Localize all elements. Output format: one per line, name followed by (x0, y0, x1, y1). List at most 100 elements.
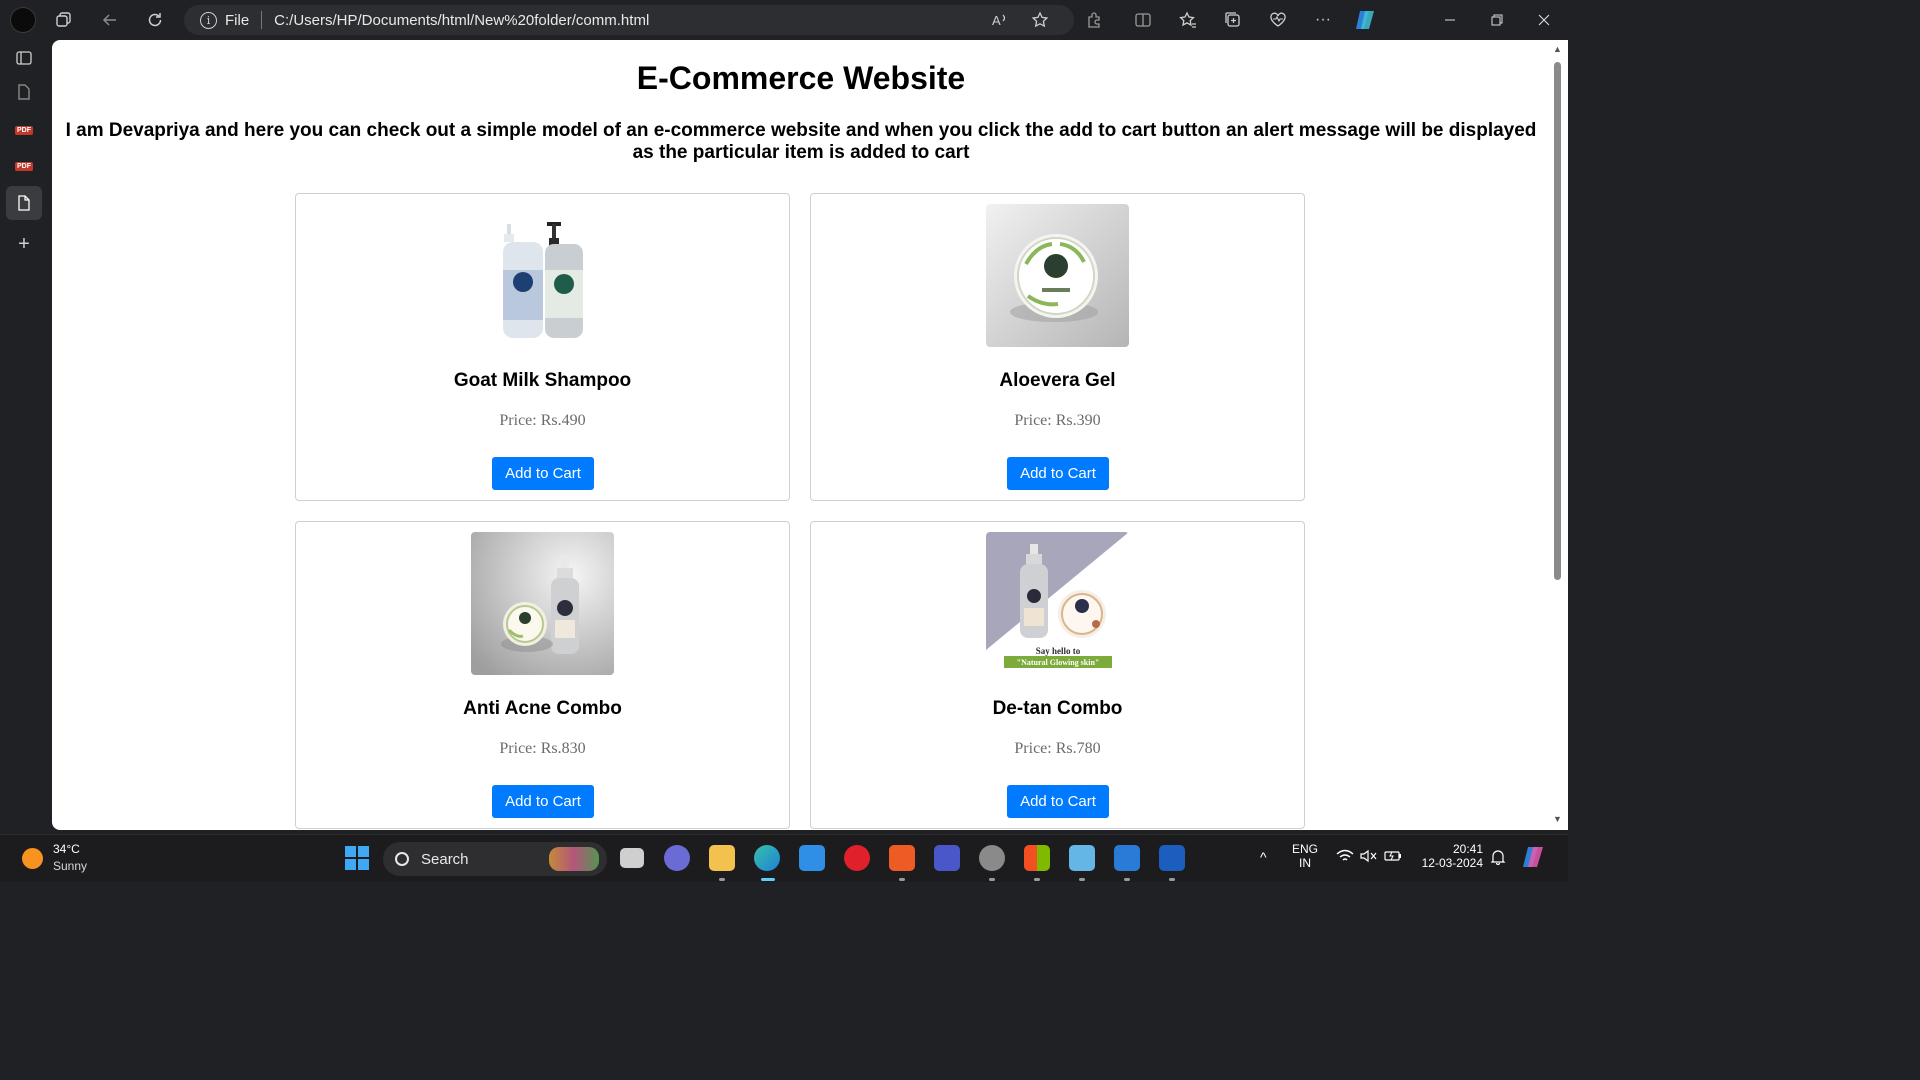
opera-icon[interactable] (844, 845, 870, 871)
code-editor-icon[interactable] (1114, 845, 1140, 871)
region-code: IN (1299, 856, 1311, 870)
product-card: Anti Acne Combo Price: Rs.830 Add to Car… (295, 521, 790, 829)
product-price: Price: Rs.780 (1014, 740, 1101, 757)
active-indicator (761, 878, 775, 881)
settings-gear-icon[interactable] (979, 845, 1005, 871)
product-image-aloevera-gel (986, 204, 1129, 347)
browser-essentials-icon[interactable] (1266, 8, 1290, 32)
add-to-cart-button[interactable]: Add to Cart (1007, 457, 1109, 490)
add-to-cart-button[interactable]: Add to Cart (1007, 785, 1109, 818)
running-indicator (989, 878, 995, 881)
clock-time: 20:41 (1452, 842, 1483, 856)
language-code: ENG (1292, 842, 1319, 856)
running-indicator (719, 878, 725, 881)
product-name: Aloevera Gel (999, 370, 1116, 391)
running-indicator (1079, 878, 1085, 881)
show-hidden-icons-chevron-icon[interactable]: ^ (1260, 849, 1267, 865)
weather-description[interactable]: Sunny (53, 859, 87, 873)
product-image-de-tan-combo: Say hello to "Natural Glowing skin" (986, 532, 1129, 675)
microsoft-store-icon[interactable] (1024, 845, 1050, 871)
taskbar-search[interactable]: Search (383, 842, 607, 876)
brave-icon[interactable] (889, 845, 915, 871)
restore-icon[interactable] (1485, 8, 1509, 32)
svg-text:A: A (992, 13, 1001, 28)
favorites-icon[interactable] (1176, 8, 1200, 32)
collections-icon[interactable] (1221, 8, 1245, 32)
windows-taskbar: 34°C Sunny Search ^ ENG IN 20:41 12-03-2 (0, 834, 1568, 882)
back-arrow-icon[interactable] (98, 8, 122, 32)
product-price: Price: Rs.490 (499, 412, 586, 429)
product-price: Price: Rs.830 (499, 740, 586, 757)
volume-muted-icon[interactable] (1360, 849, 1378, 866)
vertical-tabs-sidebar: PDF PDF + (0, 40, 52, 834)
page-scrollbar[interactable]: ▲ ▼ (1550, 40, 1568, 830)
weather-sun-icon[interactable] (22, 848, 43, 869)
notepad-icon[interactable] (1069, 845, 1095, 871)
tab-actions-icon[interactable] (12, 46, 36, 70)
address-separator (261, 11, 263, 29)
product-image-anti-acne-combo (471, 532, 614, 675)
minimize-icon[interactable] (1438, 8, 1462, 32)
copilot-icon[interactable] (1354, 8, 1378, 32)
page-viewport: E-Commerce Website I am Devapriya and he… (52, 40, 1550, 830)
edge-browser-icon[interactable] (754, 845, 780, 871)
more-options-icon[interactable]: ··· (1311, 8, 1335, 32)
file-explorer-icon[interactable] (709, 845, 735, 871)
notifications-bell-icon[interactable] (1490, 849, 1506, 868)
search-highlight-image (549, 847, 599, 871)
product-card: Say hello to "Natural Glowing skin" De-t… (810, 521, 1305, 829)
scrollbar-thumb[interactable] (1554, 62, 1561, 580)
start-windows-icon[interactable] (344, 845, 370, 871)
task-view-icon[interactable] (620, 848, 644, 868)
refresh-icon[interactable] (143, 8, 167, 32)
split-screen-icon[interactable] (1131, 8, 1155, 32)
close-icon[interactable] (1532, 8, 1556, 32)
wifi-icon[interactable] (1336, 849, 1354, 866)
new-tab-plus-icon[interactable]: + (12, 232, 36, 256)
product-name: Anti Acne Combo (463, 698, 622, 719)
running-indicator (1034, 878, 1040, 881)
tab-pdf-icon[interactable]: PDF (12, 118, 36, 142)
running-indicator (899, 878, 905, 881)
scroll-up-arrow-icon[interactable]: ▲ (1553, 44, 1562, 54)
tab-page-icon[interactable] (12, 80, 36, 104)
product-image-shampoo (471, 204, 614, 347)
copilot-taskbar-icon[interactable] (1522, 845, 1548, 872)
product-name: Goat Milk Shampoo (453, 370, 632, 391)
read-aloud-icon[interactable]: A (988, 8, 1012, 32)
clock[interactable]: 20:41 12-03-2024 (1419, 842, 1483, 870)
address-scheme: File (225, 11, 250, 29)
favorite-star-icon[interactable] (1028, 8, 1052, 32)
product-price: Price: Rs.390 (1014, 412, 1101, 429)
product-name: De-tan Combo (992, 698, 1123, 719)
media-player-icon[interactable] (934, 845, 960, 871)
scroll-down-arrow-icon[interactable]: ▼ (1553, 814, 1562, 824)
tab-page-icon-active[interactable] (12, 191, 36, 215)
tab-pdf-icon[interactable]: PDF (12, 154, 36, 178)
site-info-icon[interactable]: i (200, 11, 217, 29)
add-to-cart-button[interactable]: Add to Cart (492, 457, 594, 490)
running-indicator (1124, 878, 1130, 881)
page-title: E-Commerce Website (636, 60, 966, 96)
search-label: Search (421, 850, 469, 868)
extensions-icon[interactable] (1082, 8, 1106, 32)
battery-icon[interactable] (1384, 849, 1402, 866)
workspaces-icon[interactable] (52, 8, 76, 32)
search-icon (395, 852, 409, 866)
mail-icon[interactable] (799, 845, 825, 871)
language-indicator[interactable]: ENG IN (1292, 842, 1318, 870)
word-icon[interactable] (1159, 845, 1185, 871)
profile-avatar[interactable] (10, 7, 36, 33)
teams-chat-icon[interactable] (664, 845, 690, 871)
address-bar[interactable]: i File C:/Users/HP/Documents/html/New%20… (184, 5, 1074, 35)
page-intro: I am Devapriya and here you can check ou… (65, 120, 1537, 163)
image-caption: "Natural Glowing skin" (1017, 658, 1100, 667)
running-indicator (1169, 878, 1175, 881)
address-url[interactable]: C:/Users/HP/Documents/html/New%20folder/… (274, 12, 649, 29)
weather-temperature[interactable]: 34°C (53, 842, 80, 856)
browser-toolbar: i File C:/Users/HP/Documents/html/New%20… (0, 0, 1568, 40)
product-card: Aloevera Gel Price: Rs.390 Add to Cart (810, 193, 1305, 501)
add-to-cart-button[interactable]: Add to Cart (492, 785, 594, 818)
clock-date: 12-03-2024 (1421, 856, 1483, 870)
image-caption: Say hello to (1036, 646, 1081, 656)
